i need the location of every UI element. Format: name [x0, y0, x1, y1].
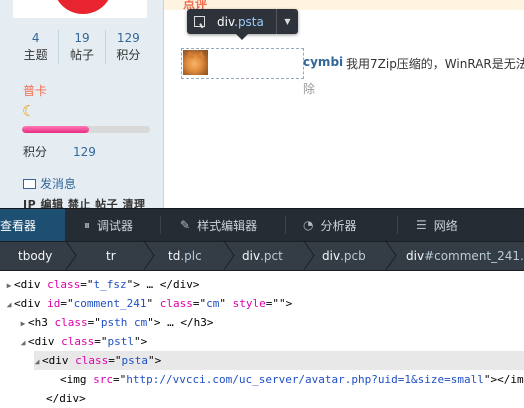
tree-node-pstl[interactable]: ◢ <div class="pstl">: [18, 332, 148, 352]
delete-link[interactable]: 除: [303, 80, 315, 97]
score-label: 积分: [23, 145, 48, 159]
breadcrumb-separator: [220, 242, 232, 270]
pick-element-icon[interactable]: [187, 9, 211, 34]
breadcrumb-separator: [300, 242, 312, 270]
devtools-panel: 查看器 ⏸ 调试器 ✎ 样式编辑器 ◔ 分析器 ☰ 网络 tbody tr td .plc…: [0, 208, 524, 405]
envelope-icon: [23, 178, 36, 189]
stat-points-label: 积分: [116, 48, 141, 62]
user-avatar[interactable]: [13, 0, 147, 18]
markup-tree: ▶ <div class="t_fsz"> … </div> ◢ <div id="…: [0, 271, 524, 405]
score-row: 积分 129: [23, 143, 96, 160]
user-sidebar: 4 主题 19 帖子 129 积分 普卡 ☾ 积分 129 发消息 IP 编辑 禁…: [0, 0, 164, 208]
tab-network[interactable]: ☰ 网络: [416, 209, 458, 241]
collapse-triangle-icon[interactable]: ◢: [32, 352, 42, 371]
tab-style-editor-label: 样式编辑器: [197, 218, 258, 233]
expand-triangle-icon[interactable]: ▶: [18, 314, 28, 333]
tab-inspector-label: 查看器: [0, 218, 37, 233]
tree-node-img[interactable]: <img src="http://vvcci.com/uc_server/ava…: [60, 370, 524, 389]
tree-node-t-fsz[interactable]: ▶ <div class="t_fsz"> … </div>: [4, 275, 200, 295]
tree-node-comment-241[interactable]: ◢ <div id="comment_241" class="cm" style=…: [4, 294, 293, 314]
inspector-infobar: div.psta ▼: [187, 9, 298, 34]
debugger-icon: ⏸: [84, 217, 91, 232]
stat-threads-label: 主题: [23, 48, 48, 62]
breadcrumb-item-tr[interactable]: tr: [106, 242, 116, 270]
tree-node-psta[interactable]: ◢ <div class="psta">: [32, 351, 162, 371]
tree-node-psta-close[interactable]: </div>: [46, 389, 86, 408]
tab-profiler[interactable]: ◔ 分析器: [303, 209, 357, 241]
breadcrumb-item-div-pct[interactable]: div .pct: [242, 242, 283, 270]
send-message-link[interactable]: 发消息: [23, 175, 76, 192]
breadcrumb-separator: [382, 242, 394, 270]
rank-progress-bar: [22, 126, 150, 133]
send-message-label[interactable]: 发消息: [40, 175, 76, 192]
infobar-arrow: [236, 34, 248, 40]
comment-username[interactable]: cymbi: [303, 55, 343, 69]
comment-text: 我用7Zip压缩的，WinRAR是无法解: [346, 57, 524, 71]
stat-posts[interactable]: 19 帖子: [58, 30, 104, 64]
rank-progress-fill: [22, 126, 89, 133]
stat-threads-count[interactable]: 4: [13, 30, 58, 46]
stat-posts-count[interactable]: 19: [59, 30, 104, 46]
stat-posts-label: 帖子: [69, 48, 94, 62]
web-page: 4 主题 19 帖子 129 积分 普卡 ☾ 积分 129 发消息 IP 编辑 禁…: [0, 0, 524, 208]
collapse-triangle-icon[interactable]: ◢: [18, 333, 28, 352]
tab-inspector[interactable]: 查看器: [0, 209, 65, 241]
style-editor-icon: ✎: [180, 218, 191, 232]
commenter-avatar[interactable]: [183, 50, 208, 75]
stat-threads[interactable]: 4 主题: [13, 30, 58, 64]
expand-triangle-icon[interactable]: ▶: [4, 276, 14, 295]
collapse-triangle-icon[interactable]: ◢: [4, 295, 14, 314]
tab-debugger-label: 调试器: [97, 218, 134, 233]
stat-points[interactable]: 129 积分: [104, 30, 151, 64]
breadcrumb-item-tbody[interactable]: tbody: [18, 242, 52, 270]
tab-network-label: 网络: [433, 218, 458, 233]
tab-debugger[interactable]: ⏸ 调试器: [84, 209, 133, 241]
infobar-tag: div: [217, 14, 235, 29]
breadcrumb-separator: [140, 242, 152, 270]
rank-title[interactable]: 普卡: [23, 82, 47, 99]
stat-points-count[interactable]: 129: [106, 30, 151, 46]
tab-style-editor[interactable]: ✎ 样式编辑器: [180, 209, 257, 241]
devtools-toolbar: 查看器 ⏸ 调试器 ✎ 样式编辑器 ◔ 分析器 ☰ 网络: [0, 208, 524, 241]
tab-profiler-label: 分析器: [320, 218, 357, 233]
breadcrumb-item-div-pcb[interactable]: div .pcb: [322, 242, 366, 270]
network-icon: ☰: [416, 218, 427, 232]
profiler-icon: ◔: [303, 218, 314, 232]
infobar-selector: div.psta: [211, 15, 276, 29]
score-value: 129: [73, 145, 96, 159]
infobar-dropdown-icon[interactable]: ▼: [276, 9, 298, 34]
user-stats: 4 主题 19 帖子 129 积分: [13, 30, 151, 64]
tree-node-h3[interactable]: ▶ <h3 class="psth cm"> … </h3>: [18, 313, 214, 333]
breadcrumb: tbody tr td .plc div .pct div .pcb div #comm…: [0, 241, 524, 271]
breadcrumb-item-div-comment[interactable]: div#comment_241.cm: [406, 242, 524, 270]
infobar-class: .psta: [234, 14, 264, 29]
moon-icon: ☾: [22, 102, 36, 120]
admin-links[interactable]: IP 编辑 禁止 帖子 清理: [23, 196, 145, 208]
breadcrumb-item-td-plc[interactable]: td .plc: [168, 242, 202, 270]
breadcrumb-separator: [62, 242, 74, 270]
